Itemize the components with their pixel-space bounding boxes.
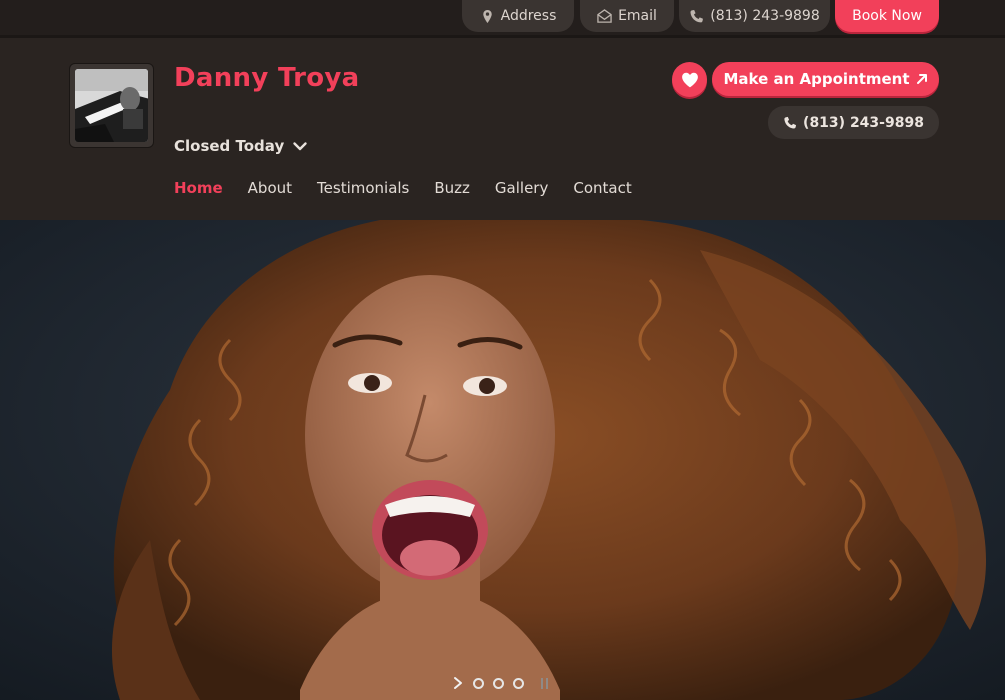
make-appointment-button[interactable]: Make an Appointment: [712, 62, 939, 96]
hours-status: Closed Today: [174, 137, 285, 155]
nav-item-contact[interactable]: Contact: [573, 179, 631, 197]
chevron-right-icon: [454, 677, 462, 689]
email-label: Email: [618, 8, 657, 24]
avatar: [69, 63, 154, 148]
nav-item-gallery[interactable]: Gallery: [495, 179, 548, 197]
hero-slider: [0, 220, 1005, 700]
topbar-phone-label: (813) 243-9898: [710, 8, 820, 24]
chevron-down-icon: [293, 142, 307, 151]
envelope-icon: [597, 8, 612, 23]
top-utility-bar: Address Email (813) 243-9898 Book Now: [0, 0, 1005, 38]
hero-image: [0, 220, 1005, 700]
slider-next-button[interactable]: [452, 676, 464, 690]
header-phone-button[interactable]: (813) 243-9898: [768, 106, 939, 139]
nav-item-home[interactable]: Home: [174, 179, 223, 197]
pause-icon[interactable]: [541, 677, 548, 689]
book-now-label: Book Now: [852, 8, 922, 24]
header-phone-label: (813) 243-9898: [803, 114, 924, 131]
slider-dot-3[interactable]: [513, 677, 524, 689]
phone-icon: [784, 116, 797, 129]
address-label: Address: [500, 8, 557, 24]
nav-item-about[interactable]: About: [248, 179, 292, 197]
main-nav: Home About Testimonials Buzz Gallery Con…: [174, 179, 657, 197]
map-pin-icon: [482, 9, 492, 23]
heart-icon: [681, 72, 698, 87]
topbar-phone-button[interactable]: (813) 243-9898: [679, 0, 830, 32]
site-header: Danny Troya Closed Today Home About Test…: [0, 41, 1005, 220]
hours-dropdown[interactable]: Closed Today: [174, 137, 308, 155]
address-button[interactable]: Address: [462, 0, 574, 32]
email-button[interactable]: Email: [580, 0, 674, 32]
book-now-button[interactable]: Book Now: [835, 0, 939, 32]
slider-dot-2[interactable]: [493, 677, 504, 689]
slider-controls: [452, 676, 548, 690]
nav-item-buzz[interactable]: Buzz: [434, 179, 470, 197]
appointment-label: Make an Appointment: [723, 70, 910, 88]
avatar-photo: [75, 69, 148, 142]
slider-dot-1[interactable]: [473, 677, 484, 689]
phone-icon: [690, 9, 704, 22]
arrow-up-right-icon: [916, 74, 927, 84]
business-name: Danny Troya: [174, 63, 360, 93]
nav-item-testimonials[interactable]: Testimonials: [317, 179, 409, 197]
favorite-button[interactable]: [672, 62, 707, 97]
